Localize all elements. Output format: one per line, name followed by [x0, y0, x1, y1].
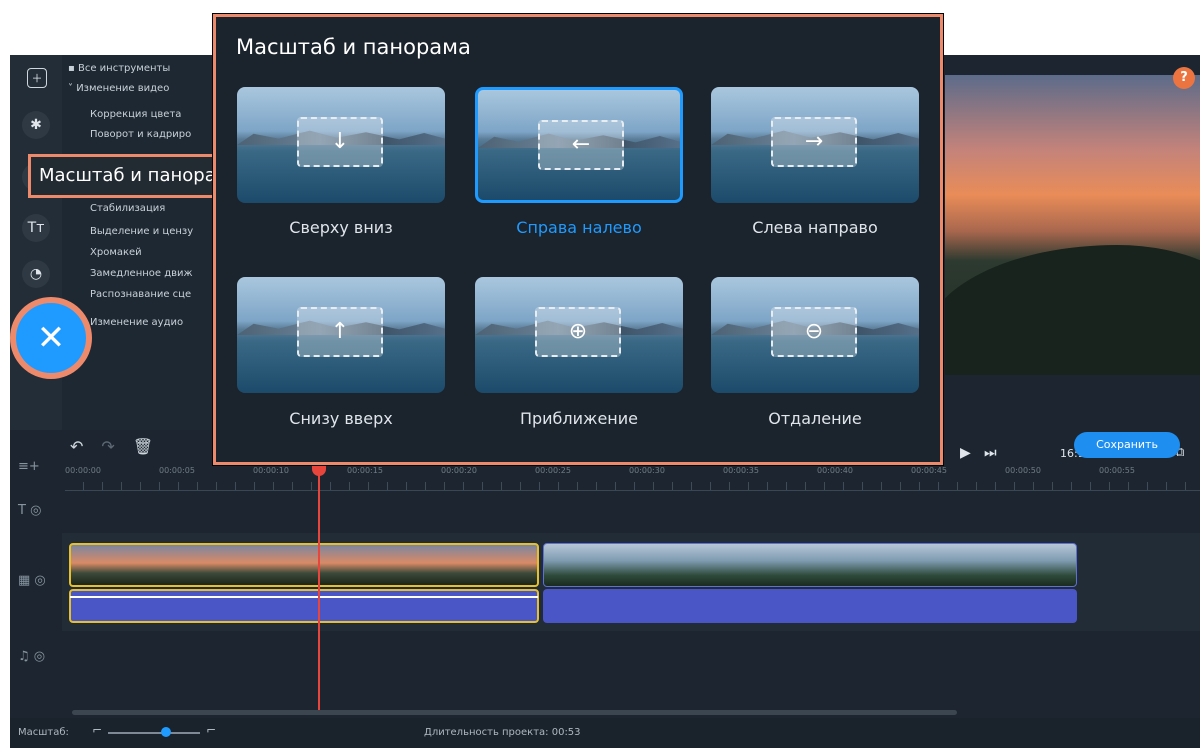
- preset-zoom-in[interactable]: ⊕: [475, 277, 683, 393]
- preset-label[interactable]: Сверху вниз: [237, 218, 445, 237]
- tool-video-editing[interactable]: ˅ Изменение видео: [68, 83, 169, 94]
- tool-stabilization[interactable]: Стабилизация: [90, 203, 165, 214]
- zoom-in-icon[interactable]: ⌐: [206, 723, 216, 737]
- tool-audio-editing[interactable]: Изменение аудио: [90, 317, 183, 328]
- preset-label[interactable]: Снизу вверх: [237, 409, 445, 428]
- tool-color-correction[interactable]: Коррекция цвета: [90, 109, 181, 120]
- zoom-in-icon: ⊕: [535, 307, 621, 357]
- audio-clip-2[interactable]: [543, 589, 1077, 623]
- zoom-out-icon[interactable]: ⌐: [92, 723, 102, 737]
- save-button[interactable]: Сохранить: [1074, 432, 1180, 458]
- ruler-tick: 00:00:40: [817, 466, 853, 475]
- video-track-icon: ▦ ◎: [18, 573, 46, 588]
- ruler-tick: 00:00:30: [629, 466, 665, 475]
- delete-icon[interactable]: 🗑: [133, 437, 153, 456]
- preset-left-to-right[interactable]: →: [711, 87, 919, 203]
- timeline-toolbar: ↶ ↷ 🗑: [70, 437, 171, 456]
- chevron-down-icon: ˅: [68, 83, 77, 94]
- undo-icon[interactable]: ↶: [70, 437, 83, 456]
- video-clip-sunset[interactable]: [69, 543, 539, 587]
- tool-highlight-censor[interactable]: Выделение и цензу: [90, 226, 193, 237]
- grid-icon: ▪: [68, 63, 78, 74]
- volume-line[interactable]: [70, 596, 538, 598]
- tool-all-tools[interactable]: ▪ Все инструменты: [68, 63, 170, 74]
- tool-slow-motion[interactable]: Замедленное движ: [90, 268, 193, 279]
- video-preview: [945, 75, 1200, 375]
- text-track-icon: T ◎: [18, 503, 42, 518]
- audio-clip-1[interactable]: [69, 589, 539, 623]
- play-icon[interactable]: ▶: [960, 445, 971, 461]
- magic-wand-icon[interactable]: ✱: [22, 111, 50, 139]
- music-track-icon: ♫ ◎: [18, 649, 46, 664]
- tool-scene-detection[interactable]: Распознавание сце: [90, 289, 191, 300]
- status-bar: Масштаб: ⌐ ⌐ Длительность проекта: 00:53: [10, 718, 1200, 748]
- scale-slider-track[interactable]: [108, 732, 200, 734]
- preset-zoom-out[interactable]: ⊖: [711, 277, 919, 393]
- ruler-tick: 00:00:20: [441, 466, 477, 475]
- tool-rotate-crop[interactable]: Поворот и кадриро: [90, 129, 191, 140]
- redo-icon[interactable]: ↷: [101, 437, 114, 456]
- tools-button-highlight: ✕: [10, 297, 92, 379]
- ruler-tick: 00:00:25: [535, 466, 571, 475]
- next-frame-icon[interactable]: ⏭: [984, 445, 997, 461]
- ruler-tick: 00:00:50: [1005, 466, 1041, 475]
- add-track-icon[interactable]: ≡+: [18, 459, 40, 474]
- tool-chroma-key[interactable]: Хромакей: [90, 247, 142, 258]
- timeline-scrollbar[interactable]: [72, 710, 957, 715]
- project-duration: Длительность проекта: 00:53: [424, 727, 581, 738]
- zoom-pan-presets-panel: Масштаб и панорама ↓ Сверху вниз ← Справ…: [213, 14, 943, 465]
- ruler-tick: 00:00:45: [911, 466, 947, 475]
- scale-label: Масштаб:: [18, 727, 69, 738]
- zoom-out-icon: ⊖: [771, 307, 857, 357]
- panel-title: Масштаб и панорама: [236, 35, 471, 59]
- preset-bottom-to-top[interactable]: ↑: [237, 277, 445, 393]
- arrow-up-icon: ↑: [297, 307, 383, 357]
- ruler-tick: 00:00:15: [347, 466, 383, 475]
- ruler-tick: 00:00:00: [65, 466, 101, 475]
- arrow-right-icon: →: [771, 117, 857, 167]
- help-button[interactable]: ?: [1173, 67, 1195, 89]
- scale-slider-handle[interactable]: [161, 727, 171, 737]
- preset-right-to-left[interactable]: ←: [475, 87, 683, 203]
- preset-label[interactable]: Отдаление: [711, 409, 919, 428]
- stickers-icon[interactable]: ◔: [22, 260, 50, 288]
- preset-label[interactable]: Слева направо: [711, 218, 919, 237]
- arrow-left-icon: ←: [538, 120, 624, 170]
- track-controls-column: ≡+ T ◎ ▦ ◎ ♫ ◎: [10, 455, 62, 725]
- ruler-tick: 00:00:10: [253, 466, 289, 475]
- playhead[interactable]: [318, 460, 320, 710]
- ruler-tick: 00:00:35: [723, 466, 759, 475]
- tools-icon[interactable]: ✕: [16, 303, 86, 373]
- preset-top-to-bottom[interactable]: ↓: [237, 87, 445, 203]
- preset-label[interactable]: Справа налево: [475, 218, 683, 237]
- preset-label[interactable]: Приближение: [475, 409, 683, 428]
- tools-panel: ▪ Все инструменты ˅ Изменение видео Корр…: [62, 55, 222, 430]
- arrow-down-icon: ↓: [297, 117, 383, 167]
- video-clip-palms[interactable]: [543, 543, 1077, 587]
- titles-icon[interactable]: Tт: [22, 214, 50, 242]
- ruler-tick: 00:00:55: [1099, 466, 1135, 475]
- preview-hill: [945, 245, 1200, 375]
- add-media-icon[interactable]: ＋: [27, 68, 47, 88]
- ruler-tick: 00:00:05: [159, 466, 195, 475]
